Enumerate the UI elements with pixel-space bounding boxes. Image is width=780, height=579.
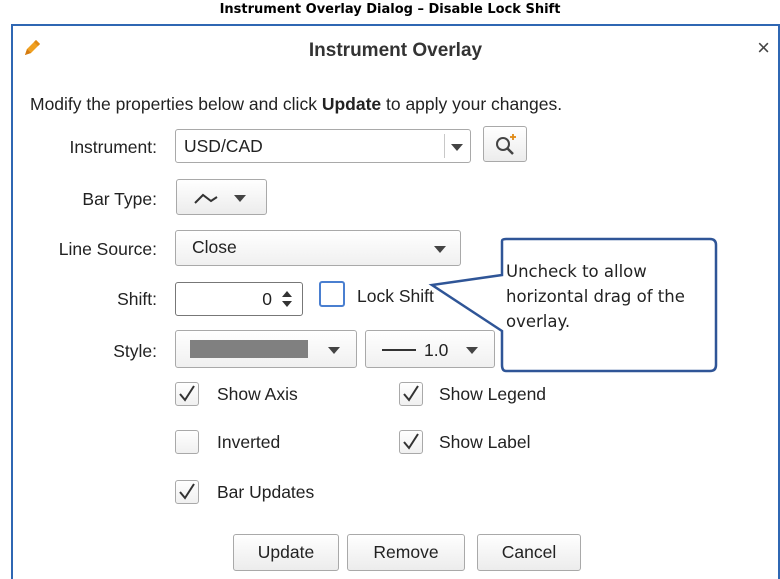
instrument-label: Instrument: (69, 137, 157, 157)
checkmark-icon (403, 385, 419, 402)
line-chart-icon (194, 193, 218, 204)
checkmark-icon (403, 433, 419, 450)
callout-text: Uncheck to allow horizontal drag of the … (506, 262, 685, 331)
line-source-value: Close (192, 237, 237, 257)
line-source-dropdown[interactable]: Close (175, 230, 461, 266)
instrument-value: USD/CAD (184, 136, 263, 156)
page-caption: Instrument Overlay Dialog – Disable Lock… (219, 2, 561, 17)
update-button[interactable]: Update (233, 534, 339, 571)
chevron-down-icon (451, 144, 463, 151)
show-legend-checkbox[interactable] (399, 382, 423, 406)
bar-updates-label: Bar Updates (217, 482, 315, 502)
bar-type-dropdown[interactable] (176, 179, 267, 215)
show-label-label: Show Label (439, 432, 531, 452)
bar-updates-checkbox[interactable] (175, 480, 199, 504)
style-color-dropdown[interactable] (175, 330, 357, 368)
show-label-checkbox[interactable] (399, 430, 423, 454)
line-width-preview (382, 349, 416, 351)
chevron-down-icon (328, 347, 340, 354)
color-swatch (190, 340, 308, 358)
show-legend-label: Show Legend (439, 384, 547, 404)
inverted-label: Inverted (217, 432, 281, 452)
shift-value: 0 (262, 289, 272, 309)
shift-label: Shift: (117, 289, 157, 309)
line-source-label: Line Source: (58, 239, 157, 259)
checkmark-icon (179, 483, 195, 500)
instructions-update-word: Update (321, 94, 382, 114)
lock-shift-checkbox[interactable] (319, 281, 345, 307)
inverted-checkbox[interactable] (175, 430, 199, 454)
instructions-text-2: to apply your changes. (381, 94, 563, 114)
instrument-select[interactable]: USD/CAD (175, 129, 471, 163)
dialog-title: Instrument Overlay (308, 40, 483, 61)
remove-button[interactable]: Remove (347, 534, 465, 571)
instructions-text-1: Modify the properties below and click (30, 94, 322, 114)
dialog-instructions: Modify the properties below and click Up… (30, 94, 562, 115)
checkmark-icon (179, 385, 195, 402)
cancel-button[interactable]: Cancel (477, 534, 581, 571)
chevron-down-icon (234, 195, 246, 202)
shift-stepper[interactable]: 0 (175, 282, 303, 316)
close-icon[interactable]: × (757, 37, 770, 59)
show-axis-label: Show Axis (217, 384, 298, 404)
style-label: Style: (113, 341, 157, 361)
bar-type-label: Bar Type: (82, 189, 157, 209)
dialog-titlebar: Instrument Overlay × (13, 26, 778, 70)
separator (444, 134, 445, 158)
search-add-icon (496, 134, 516, 155)
spinner-arrows-icon[interactable] (280, 289, 294, 309)
show-axis-checkbox[interactable] (175, 382, 199, 406)
instrument-search-button[interactable] (483, 126, 527, 162)
